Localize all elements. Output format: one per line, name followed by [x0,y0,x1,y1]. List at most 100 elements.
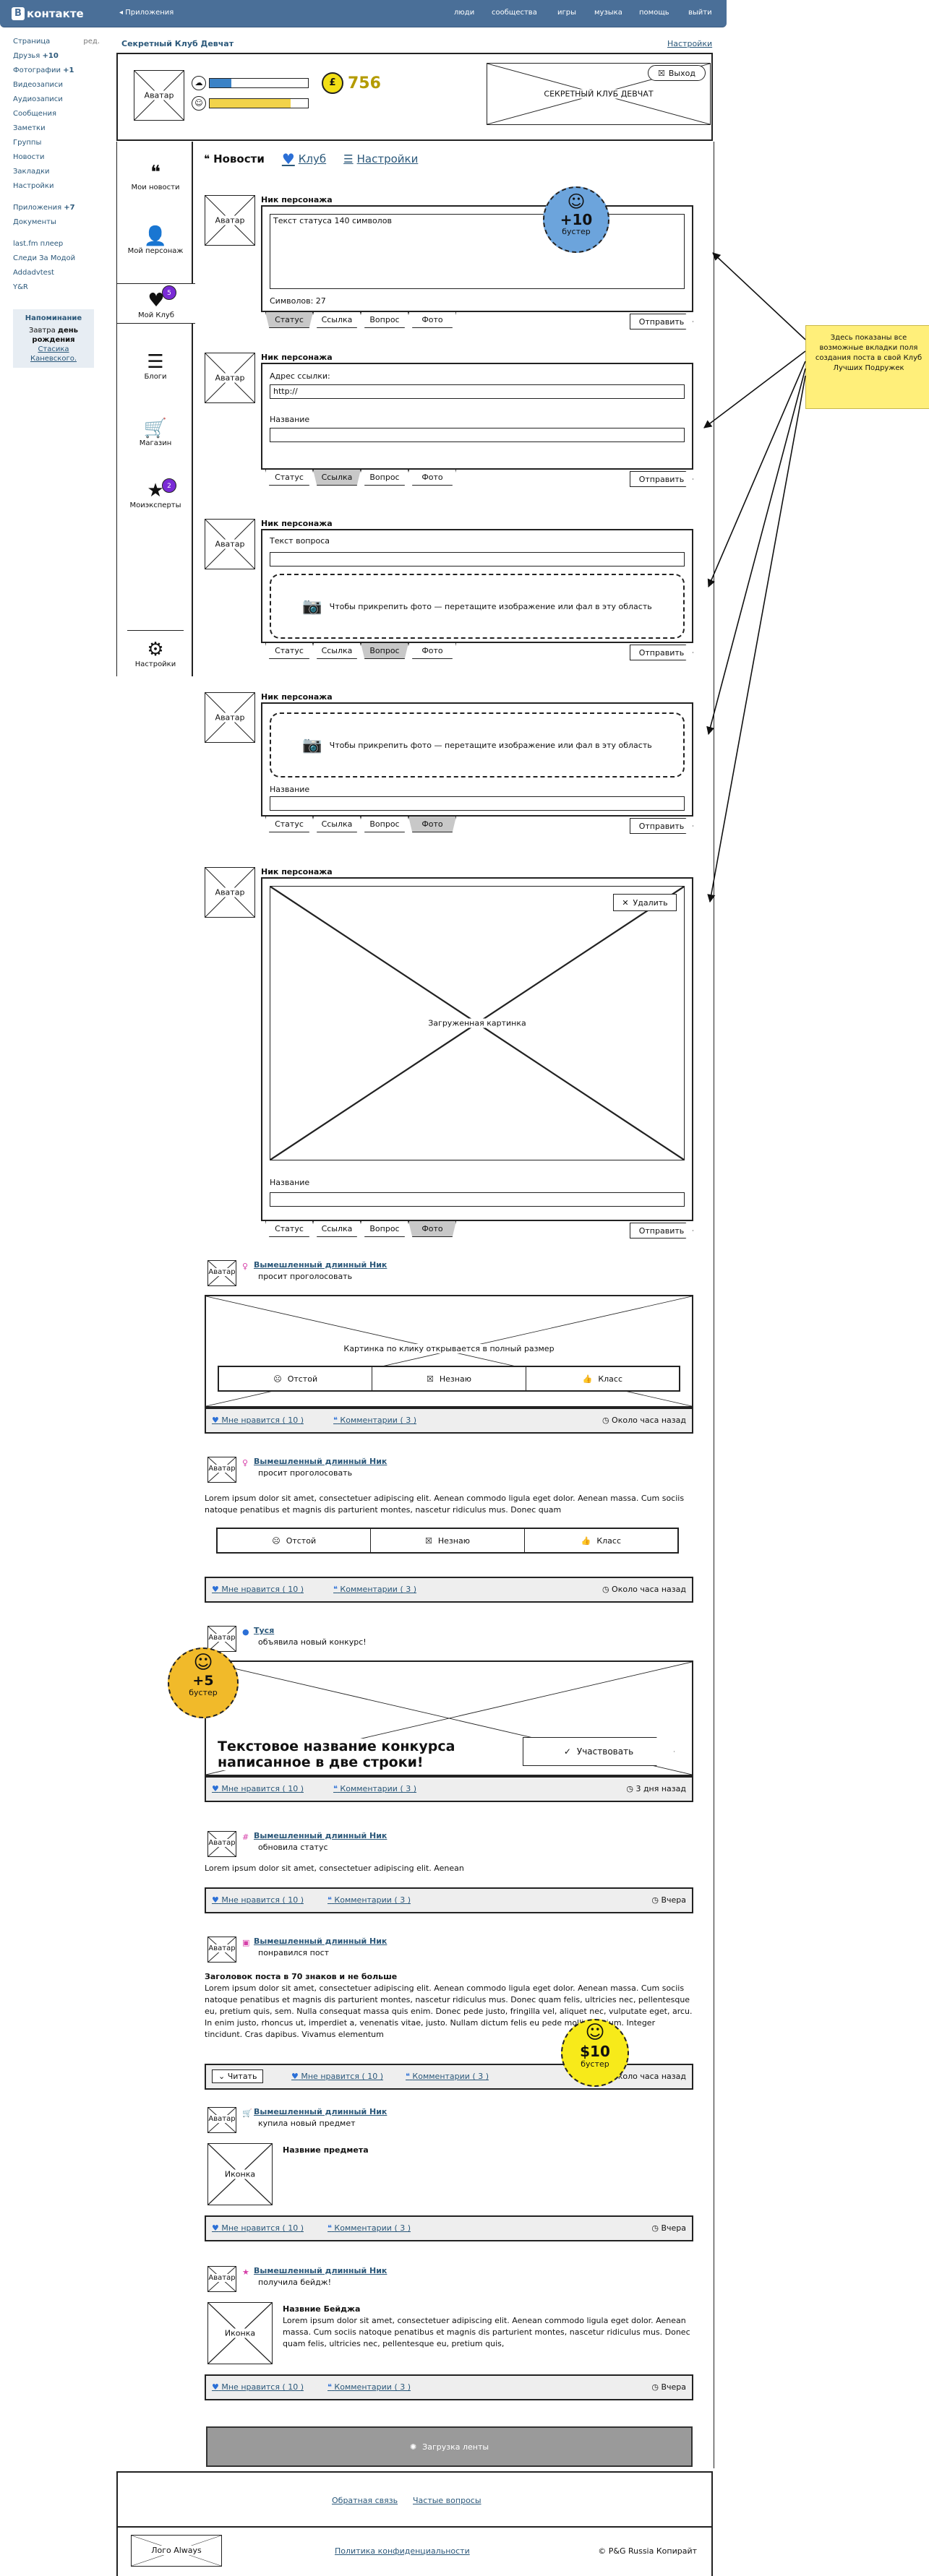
send-button[interactable]: Отправить [630,645,693,660]
feed-avatar[interactable]: Аватар [207,2265,237,2293]
tab-link[interactable]: Ссылка [313,1221,361,1237]
vote-bad-button[interactable]: ☹ Отстой [218,1529,372,1552]
tab-question[interactable]: Вопрос [361,1221,408,1237]
faq-link[interactable]: Частые вопросы [413,2496,481,2505]
menu-item-documents[interactable]: Документы [13,215,100,230]
contest-banner[interactable]: Текстовое название конкурса написанное в… [205,1660,693,1776]
nav-games[interactable]: игры [557,9,576,17]
tab-link[interactable]: Ссылка [313,643,361,659]
comments-link[interactable]: ❝ Комментарии ( 3 ) [327,2223,411,2233]
send-button[interactable]: Отправить [630,314,693,329]
menu-item-videos[interactable]: Видеозаписи [13,78,100,92]
tab-question[interactable]: Вопрос [361,470,408,486]
sidenav-settings[interactable]: ⚙ Настройки [117,639,194,668]
tab-settings[interactable]: ☰ Настройки [343,152,418,165]
comments-link[interactable]: ❝ Комментарии ( 3 ) [333,1416,416,1425]
sidenav-experts[interactable]: ★ Моиэксперты 2 [117,478,194,509]
name-input[interactable] [270,1192,685,1207]
nav-logout[interactable]: выйти [688,9,712,17]
menu-item-lastfm[interactable]: last.fm плеер [13,237,100,251]
like-link[interactable]: ♥ Мне нравится ( 10 ) [212,1895,304,1905]
composer-avatar[interactable]: Аватар [205,353,255,403]
tab-link[interactable]: Ссылка [313,312,361,328]
feed-nick[interactable]: Вымешленный длинный Ник [254,1260,387,1270]
vote-neutral-button[interactable]: ☒ Незнаю [372,1367,526,1390]
composer-avatar[interactable]: Аватар [205,195,255,246]
menu-item-fashion[interactable]: Следи За Модой [13,251,100,266]
feed-image[interactable]: Картинка по клику открывается в полный р… [205,1295,693,1408]
sidenav-blogs[interactable]: ☰ Блоги [117,351,194,381]
photo-dropzone[interactable]: 📷 Чтобы прикрепить фото — перетащите изоб… [270,574,685,639]
menu-item-yr[interactable]: Y&R [13,280,100,295]
tab-status[interactable]: Статус [265,312,313,328]
read-button[interactable]: ⌄ Читать [212,2069,264,2083]
comments-link[interactable]: ❝ Комментарии ( 3 ) [327,1895,411,1905]
menu-item-page[interactable]: Страница ред. [13,35,100,49]
comments-link[interactable]: ❝ Комментарии ( 3 ) [406,2072,489,2081]
menu-item-friends[interactable]: Друзья +10 [13,49,100,64]
tab-status[interactable]: Статус [265,470,313,486]
menu-item-notes[interactable]: Заметки [13,121,100,136]
tab-status[interactable]: Статус [265,817,313,832]
feed-avatar[interactable]: Аватар [207,2106,237,2134]
feed-nick[interactable]: Вымешленный длинный Ник [254,2266,387,2275]
item-icon[interactable]: Иконка [207,2143,273,2205]
vote-good-button[interactable]: 👍 Класс [525,1529,677,1552]
like-link[interactable]: ♥ Мне нравится ( 10 ) [212,2382,304,2392]
vk-logo[interactable]: Вконтакте [12,6,84,22]
nav-people[interactable]: люди [454,9,474,17]
sidenav-my-character[interactable]: 👤 Мой персонаж [117,225,194,255]
composer-avatar[interactable]: Аватар [205,692,255,743]
nav-music[interactable]: музыка [594,9,622,17]
link-input[interactable]: http:// [270,384,685,399]
sidenav-shop[interactable]: 🛒 Магазин [117,418,194,447]
nav-help[interactable]: помощь [639,9,669,17]
menu-item-groups[interactable]: Группы [13,136,100,150]
menu-item-photos[interactable]: Фотографии +1 [13,64,100,78]
tab-status[interactable]: Статус [265,643,313,659]
menu-item-audio[interactable]: Аудиозаписи [13,92,100,107]
feed-nick[interactable]: Вымешленный длинный Ник [254,1937,387,1946]
send-button[interactable]: Отправить [630,1223,693,1239]
like-link[interactable]: ♥ Мне нравится ( 10 ) [212,1416,304,1425]
tab-question[interactable]: Вопрос [361,643,408,659]
badge-icon[interactable]: Иконка [207,2302,273,2364]
like-link[interactable]: ♥ Мне нравится ( 10 ) [212,1784,304,1793]
photo-dropzone[interactable]: 📷 Чтобы прикрепить фото — перетащите изоб… [270,712,685,777]
nav-communities[interactable]: сообщества [492,9,537,17]
tab-question[interactable]: Вопрос [361,312,408,328]
menu-item-bookmarks[interactable]: Закладки [13,165,100,179]
header-avatar[interactable]: Аватар [134,70,184,121]
feed-avatar[interactable]: Аватар [207,1830,237,1858]
settings-link[interactable]: Настройки [667,39,712,48]
feed-nick[interactable]: Вымешленный длинный Ник [254,1831,387,1840]
like-link[interactable]: ♥ Мне нравится ( 10 ) [291,2072,383,2081]
feed-avatar[interactable]: Аватар [207,1936,237,1963]
send-button[interactable]: Отправить [630,471,693,487]
delete-button[interactable]: ✕ Удалить [613,894,677,911]
tab-photo[interactable]: Фото [408,470,456,486]
sidenav-my-news[interactable]: ❝ Мои новости [117,162,194,191]
feed-nick[interactable]: Вымешленный длинный Ник [254,2107,387,2116]
tab-photo[interactable]: Фото [408,1221,456,1237]
comments-link[interactable]: ❝ Комментарии ( 3 ) [333,1585,416,1594]
comments-link[interactable]: ❝ Комментарии ( 3 ) [333,1784,416,1793]
feed-avatar[interactable]: Аватар [207,1259,237,1287]
comments-link[interactable]: ❝ Комментарии ( 3 ) [327,2382,411,2392]
feed-nick[interactable]: Туся [254,1626,274,1635]
apps-link[interactable]: ◂ Приложения [119,9,174,17]
feed-avatar[interactable]: Аватар [207,1456,237,1483]
vote-bad-button[interactable]: ☹ Отстой [219,1367,373,1390]
status-textarea[interactable]: Текст статуса 140 символов [270,214,685,289]
always-logo[interactable]: Лого Always [131,2535,222,2567]
question-input[interactable] [270,552,685,567]
tab-news[interactable]: ❝ Новости [204,152,265,165]
tab-photo[interactable]: Фото [408,312,456,328]
like-link[interactable]: ♥ Мне нравится ( 10 ) [212,1585,304,1594]
tab-club[interactable]: ♥ Клуб [282,150,326,168]
composer-avatar[interactable]: Аватар [205,519,255,569]
tab-photo[interactable]: Фото [408,643,456,659]
exit-button[interactable]: ☒ Выход [648,65,706,81]
tab-status[interactable]: Статус [265,1221,313,1237]
composer-avatar[interactable]: Аватар [205,867,255,918]
